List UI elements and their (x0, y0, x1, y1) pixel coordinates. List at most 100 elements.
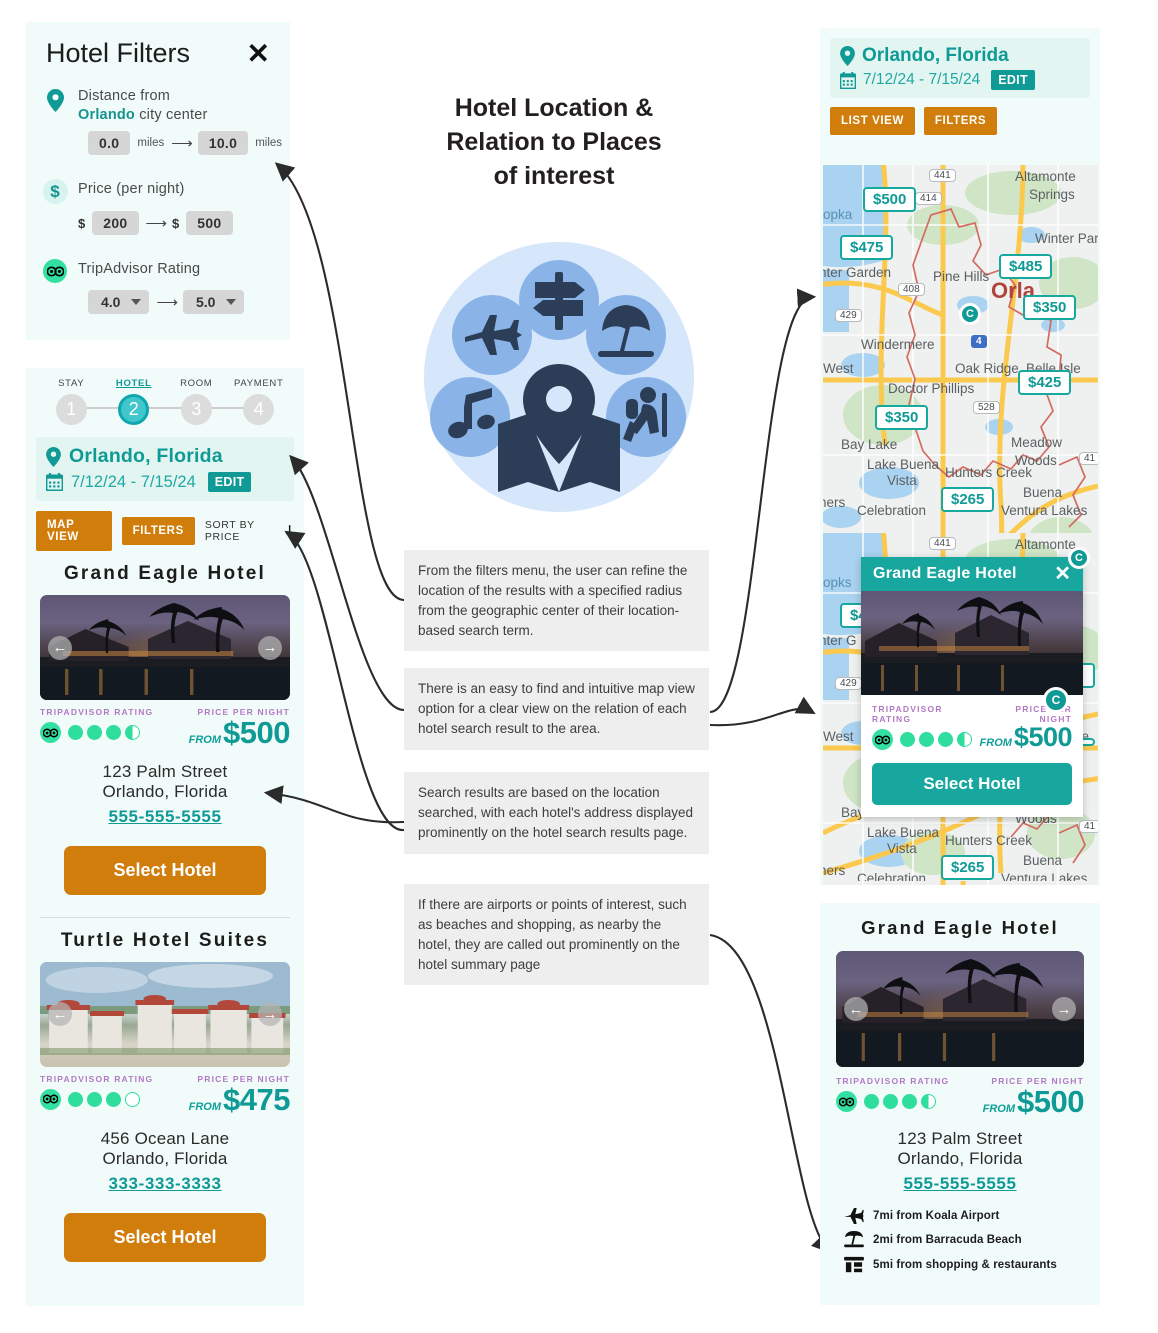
map-label: Buena (1023, 853, 1063, 868)
stepper-step-payment[interactable]: PAYMENT 4 (231, 378, 287, 425)
rating-label: TRIPADVISOR RATING (40, 1073, 154, 1084)
map-price-pin[interactable]: $265 (941, 487, 995, 512)
close-icon[interactable]: ✕ (247, 39, 270, 68)
map-label: Hunters Creek (945, 833, 1033, 848)
list-view-button[interactable]: LIST VIEW (830, 107, 915, 135)
map-label: Meadow (1011, 435, 1063, 450)
arrow-to-summary (709, 933, 831, 1254)
map-label: Windermere (861, 337, 935, 352)
photo-prev-button[interactable]: ← (48, 1002, 72, 1027)
distance-max-input[interactable]: 10.0 (197, 131, 249, 156)
map-label: Celebration (857, 503, 927, 518)
rating-dot (864, 1094, 879, 1109)
hotel-phone-link[interactable]: 555-555-5555 (40, 807, 290, 827)
edit-search-button[interactable]: EDIT (207, 472, 252, 492)
select-hotel-button[interactable]: Select Hotel (64, 1212, 266, 1262)
search-summary-box[interactable]: Orlando, Florida 7/12/24 - 7/15/24 EDIT (830, 38, 1090, 98)
map-label: Buena (1023, 485, 1063, 500)
photo-next-button[interactable]: → (258, 635, 282, 660)
cursor-pin-icon[interactable]: C (1043, 687, 1069, 713)
sort-by-price-control[interactable]: SORT BY PRICE (205, 519, 294, 543)
interstate-4-shield: 4 (971, 335, 987, 348)
filters-button[interactable]: FILTERS (121, 517, 195, 545)
map-label: Altamonte (1015, 537, 1076, 552)
close-icon[interactable]: ✕ (1054, 564, 1071, 584)
price-from-label: FROM (979, 737, 1012, 749)
search-dates-text: 7/12/24 - 7/15/24 (71, 472, 196, 491)
hotel-meta-row: TRIPADVISOR RATING PRICE PER NIGHT FROM … (872, 704, 1073, 751)
price-inputs: $ 200 ⟶ $ 500 (26, 211, 290, 236)
distance-city: Orlando (78, 106, 135, 123)
map-price-pin[interactable]: $475 (840, 235, 894, 260)
select-hotel-button[interactable]: Select Hotel (872, 763, 1072, 805)
hotel-phone-link[interactable]: 333-333-3333 (40, 1174, 290, 1194)
price-from-label: FROM (188, 734, 222, 746)
map-price-pin[interactable]: $265 (941, 855, 995, 880)
filters-button[interactable]: FILTERS (923, 107, 998, 135)
map-price-pin[interactable]: $485 (999, 254, 1053, 279)
rating-dot-empty (125, 1091, 140, 1107)
road-shield: 414 (915, 192, 942, 205)
price-value: $475 (223, 1081, 290, 1117)
stepper-label: HOTEL (115, 378, 152, 389)
map-label-water: opka (823, 207, 853, 222)
cursor-pin-icon[interactable]: C (959, 303, 981, 325)
road-shield: 408 (898, 283, 925, 296)
popup-hotel-name: Grand Eagle Hotel (873, 565, 1017, 582)
cursor-pin-icon[interactable]: C (1068, 547, 1090, 569)
rating-dot (87, 1091, 102, 1107)
distance-min-unit: miles (137, 137, 165, 150)
rating-dots (40, 1088, 153, 1110)
arrow-to-map-popup (709, 696, 816, 727)
photo-prev-button[interactable]: ← (844, 997, 868, 1021)
hotel-meta-row: TRIPADVISOR RATING PRICE PER NIGHT FROM … (836, 1076, 1084, 1117)
road-shield: 429 (835, 677, 862, 690)
rating-min-select[interactable]: 4.0 (88, 290, 150, 315)
photo-next-button[interactable]: → (1052, 997, 1076, 1021)
map-price-pin[interactable]: $350 (875, 405, 929, 430)
map-label: Lake Buena (867, 457, 940, 472)
stepper-label: ROOM (180, 378, 213, 389)
map-label: ners (823, 863, 846, 878)
photo-prev-button[interactable]: ← (48, 635, 72, 660)
hotel-phone-link[interactable]: 555-555-5555 (836, 1174, 1084, 1194)
map-price-pin[interactable]: $350 (1023, 295, 1077, 320)
page-title: Hotel Location & Relation to Places of i… (404, 92, 704, 193)
distance-min-input[interactable]: 0.0 (88, 131, 131, 156)
address-line1: 456 Ocean Lane (100, 1128, 230, 1148)
map-with-points-of-interest-icon (424, 242, 694, 512)
stepper-label: PAYMENT (234, 378, 284, 389)
hotel-filters-panel: Hotel Filters ✕ Distance from Orlando ci… (26, 22, 290, 340)
map-price-pin[interactable]: $500 (863, 187, 917, 212)
rating-max-select[interactable]: 5.0 (182, 290, 245, 315)
road-shield: 41 (1079, 452, 1098, 465)
arrow-to-map-view (284, 530, 405, 832)
distance-label-line1: Distance from (78, 88, 171, 104)
map-label: Hunters Creek (945, 465, 1033, 480)
rating-dot (106, 725, 121, 740)
select-hotel-button[interactable]: Select Hotel (64, 845, 266, 895)
rating-range-arrow-icon: ⟶ (156, 294, 177, 312)
annotation-note: There is an easy to find and intuitive m… (404, 668, 709, 750)
stepper-step-hotel[interactable]: HOTEL 2 (106, 378, 162, 425)
search-dates-row: 7/12/24 - 7/15/24 EDIT (840, 70, 1080, 90)
stepper-step-room[interactable]: ROOM 3 (168, 378, 224, 425)
map-canvas[interactable]: Altamonte r Par opks nter G West Isle Ba… (823, 533, 1098, 881)
search-dates-text: 7/12/24 - 7/15/24 (863, 71, 981, 88)
price-min-input[interactable]: 200 (92, 211, 139, 236)
map-label: Pine Hills (933, 269, 990, 284)
edit-search-button[interactable]: EDIT (991, 70, 1035, 90)
map-price-pin[interactable]: $425 (1018, 370, 1072, 395)
map-label: Winter Par (1035, 231, 1098, 246)
distance-inputs: 0.0 miles ⟶ 10.0 miles (26, 131, 290, 156)
price-max-input[interactable]: 500 (186, 211, 233, 236)
points-of-interest-list: 7mi from Koala Airport 2mi from Barracud… (836, 1207, 1084, 1274)
photo-next-button[interactable]: → (258, 1002, 282, 1027)
map-label: ners (823, 495, 846, 510)
search-summary-box[interactable]: Orlando, Florida 7/12/24 - 7/15/24 EDIT (36, 437, 294, 501)
search-location-text: Orlando, Florida (862, 45, 1009, 66)
map-view-button[interactable]: MAP VIEW (36, 511, 112, 551)
hotel-result-card: Turtle Hotel Suites ← → TRIPADVISOR RATI… (26, 918, 304, 1262)
search-location-row: Orlando, Florida (840, 45, 1080, 67)
stepper-step-stay[interactable]: STAY 1 (43, 378, 99, 425)
